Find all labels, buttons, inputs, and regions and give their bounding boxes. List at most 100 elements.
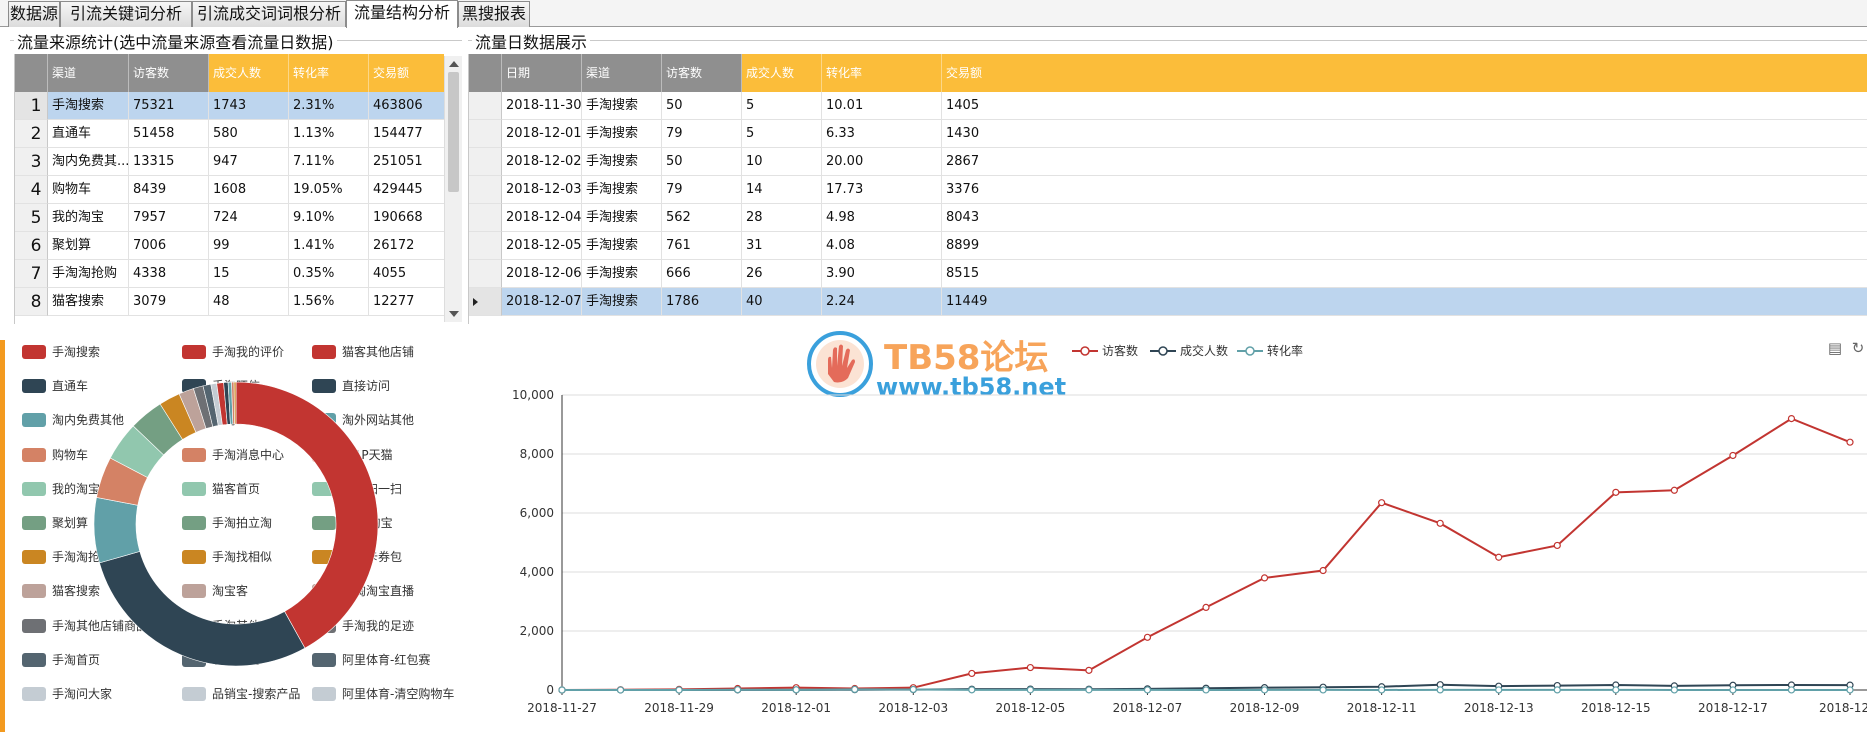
data-point[interactable]	[616, 686, 625, 694]
traffic-source-row[interactable]: 2 直通车 51458 580 1.13% 154477	[15, 120, 444, 148]
table-cell[interactable]: 31	[742, 232, 822, 260]
table-cell[interactable]: 463806	[369, 92, 444, 120]
tab-datasource[interactable]: 数据源	[8, 1, 60, 27]
table-cell[interactable]: 666	[662, 260, 742, 288]
data-point[interactable]	[616, 686, 625, 694]
table-cell[interactable]: 2018-12-01	[502, 120, 582, 148]
daily-data-row[interactable]: 2018-12-02 手淘搜索 50 10 20.00 2867	[469, 148, 1867, 176]
table-cell[interactable]: 手淘搜索	[582, 232, 662, 260]
data-point[interactable]	[1085, 686, 1093, 694]
table-cell[interactable]: 2018-12-02	[502, 148, 582, 176]
row-number[interactable]: 6	[15, 232, 48, 260]
data-point[interactable]	[1143, 633, 1152, 641]
daily-data-row[interactable]: 2018-12-03 手淘搜索 79 14 17.73 3376	[469, 176, 1867, 204]
left-table-scrollbar[interactable]	[444, 56, 462, 322]
table-cell[interactable]: 4.98	[822, 204, 942, 232]
data-point[interactable]	[1319, 566, 1327, 575]
table-cell[interactable]: 8515	[942, 260, 1867, 288]
data-point[interactable]	[1436, 519, 1444, 527]
table-cell[interactable]: 1.56%	[289, 288, 369, 316]
data-point[interactable]	[1319, 683, 1327, 691]
daily-data-row[interactable]: 2018-12-04 手淘搜索 562 28 4.98 8043	[469, 204, 1867, 232]
table-cell[interactable]: 8899	[942, 232, 1867, 260]
data-point[interactable]	[1319, 686, 1327, 694]
data-point[interactable]	[792, 686, 800, 694]
table-cell[interactable]: 2018-11-30	[502, 92, 582, 120]
row-number[interactable]: 4	[15, 176, 48, 204]
scroll-down-icon[interactable]	[449, 311, 459, 317]
table-cell[interactable]: 1.13%	[289, 120, 369, 148]
column-header-buyers[interactable]: 成交人数	[742, 54, 822, 92]
traffic-source-row[interactable]: 4 购物车 8439 1608 19.05% 429445	[15, 176, 444, 204]
column-header-visitors[interactable]: 访客数	[129, 54, 209, 92]
table-cell[interactable]: 1405	[942, 92, 1867, 120]
data-point[interactable]	[1787, 686, 1796, 694]
data-point[interactable]	[1612, 681, 1620, 689]
data-point[interactable]	[558, 686, 566, 694]
data-point[interactable]	[968, 686, 976, 694]
table-cell[interactable]: 2867	[942, 148, 1867, 176]
table-cell[interactable]: 15	[209, 260, 289, 288]
data-point[interactable]	[1846, 438, 1854, 446]
table-cell[interactable]: 2018-12-06	[502, 260, 582, 288]
table-cell[interactable]: 购物车	[48, 176, 129, 204]
data-point[interactable]	[851, 686, 859, 694]
table-cell[interactable]: 580	[209, 120, 289, 148]
traffic-source-row[interactable]: 8 猫客搜索 3079 48 1.56% 12277	[15, 288, 444, 316]
data-point[interactable]	[675, 686, 683, 694]
donut-slice[interactable]	[93, 497, 141, 564]
table-cell[interactable]: 7957	[129, 204, 209, 232]
table-cell[interactable]: 14	[742, 176, 822, 204]
daily-data-row[interactable]: 2018-11-30 手淘搜索 50 5 10.01 1405	[469, 92, 1867, 120]
data-point[interactable]	[851, 684, 859, 693]
table-cell[interactable]: 17.73	[822, 176, 942, 204]
donut-slice[interactable]	[235, 381, 379, 649]
table-cell[interactable]: 28	[742, 204, 822, 232]
table-cell[interactable]: 我的淘宝	[48, 204, 129, 232]
column-header-channel[interactable]: 渠道	[582, 54, 662, 92]
donut-slice[interactable]	[233, 381, 237, 425]
data-point[interactable]	[1378, 683, 1386, 691]
data-point[interactable]	[1495, 686, 1503, 694]
table-cell[interactable]: 手淘淘抢购	[48, 260, 129, 288]
data-point[interactable]	[1553, 681, 1561, 690]
data-point[interactable]	[968, 669, 976, 678]
data-point[interactable]	[792, 686, 800, 694]
row-number[interactable]: 2	[15, 120, 48, 148]
column-header-date[interactable]: 日期	[502, 54, 582, 92]
table-cell[interactable]: 9.10%	[289, 204, 369, 232]
table-cell[interactable]: 4338	[129, 260, 209, 288]
data-point[interactable]	[1260, 684, 1269, 692]
table-cell[interactable]: 5	[742, 92, 822, 120]
table-cell[interactable]: 8439	[129, 176, 209, 204]
data-point[interactable]	[616, 686, 625, 694]
data-point[interactable]	[1787, 681, 1796, 689]
row-header[interactable]	[469, 92, 502, 120]
table-cell[interactable]: 724	[209, 204, 289, 232]
table-cell[interactable]: 淘内免费其...	[48, 148, 129, 176]
table-cell[interactable]: 26	[742, 260, 822, 288]
table-cell[interactable]: 79	[662, 120, 742, 148]
scroll-thumb[interactable]	[448, 72, 459, 192]
row-number[interactable]: 7	[15, 260, 48, 288]
data-point[interactable]	[1378, 499, 1386, 507]
table-cell[interactable]: 19.05%	[289, 176, 369, 204]
table-cell[interactable]: 7.11%	[289, 148, 369, 176]
row-number[interactable]: 1	[15, 92, 48, 120]
data-point[interactable]	[1729, 686, 1737, 694]
table-cell[interactable]: 562	[662, 204, 742, 232]
data-point[interactable]	[734, 684, 742, 693]
data-point[interactable]	[1670, 486, 1678, 494]
row-header[interactable]	[469, 260, 502, 288]
table-cell[interactable]: 手淘搜索	[582, 120, 662, 148]
data-point[interactable]	[675, 685, 683, 694]
traffic-source-row[interactable]: 1 手淘搜索 75321 1743 2.31% 463806	[15, 92, 444, 120]
data-view-icon[interactable]: ▤	[1826, 339, 1844, 357]
data-point[interactable]	[1143, 686, 1152, 694]
tab-black-search-report[interactable]: 黑搜报表	[458, 1, 530, 27]
daily-data-row[interactable]: 2018-12-06 手淘搜索 666 26 3.90 8515	[469, 260, 1867, 288]
table-cell[interactable]: 2018-12-05	[502, 232, 582, 260]
table-cell[interactable]: 2018-12-07	[502, 288, 582, 316]
column-header-amount[interactable]: 交易额	[942, 54, 1867, 92]
table-cell[interactable]: 手淘搜索	[582, 176, 662, 204]
